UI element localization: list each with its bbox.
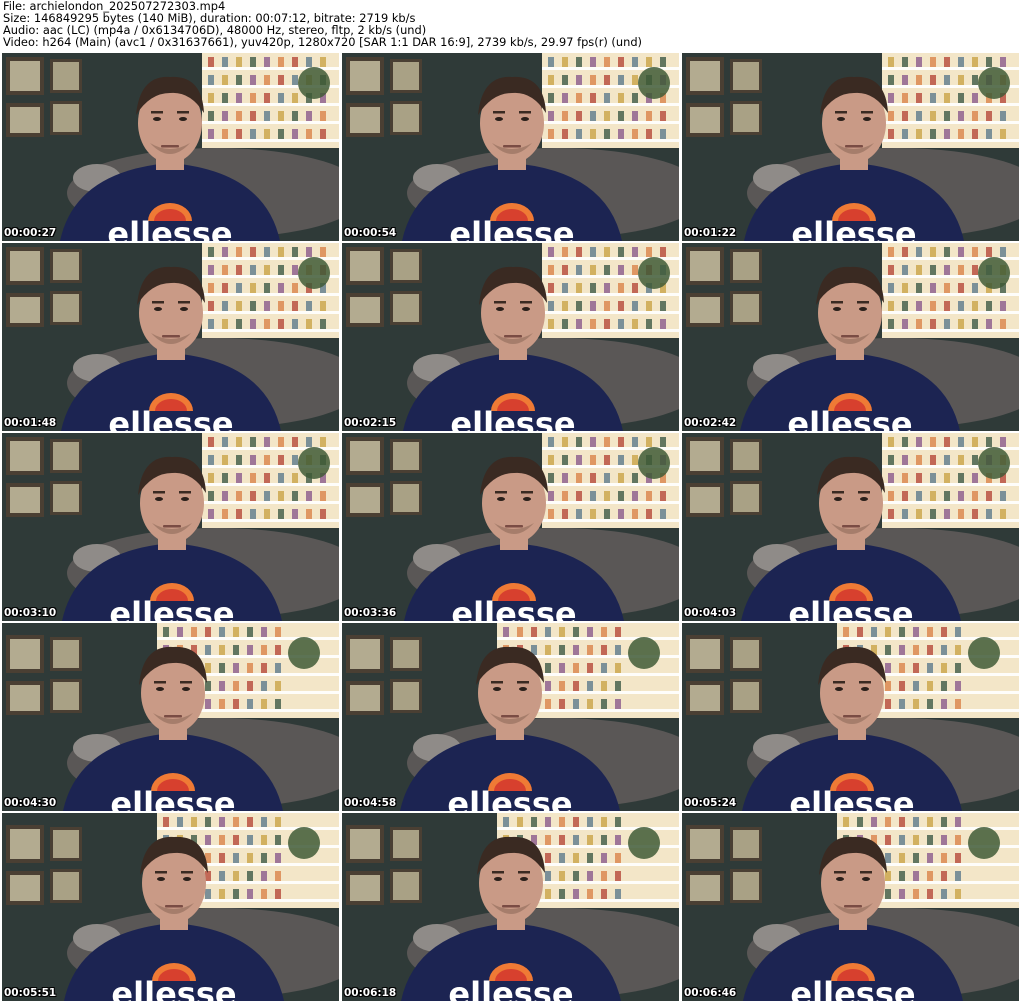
shirt-logo-text: ellesse	[789, 785, 914, 811]
thumbnail-frame-image: ellesse	[2, 53, 339, 241]
thumbnail-frame-image: ellesse	[342, 53, 679, 241]
shirt-logo-text: ellesse	[107, 215, 232, 241]
thumbnail-frame-image: ellesse	[342, 623, 679, 811]
thumbnail-timestamp: 00:03:36	[344, 607, 397, 619]
file-info-header: File: archielondon_202507272303.mp4 Size…	[3, 0, 1021, 50]
video-thumbnail: ellesse 00:03:10	[2, 433, 339, 621]
shirt-logo-text: ellesse	[788, 595, 913, 621]
shirt-logo-text: ellesse	[448, 975, 573, 1001]
thumbnail-frame-image: ellesse	[682, 813, 1019, 1001]
thumbnail-frame-image: ellesse	[2, 433, 339, 621]
shirt-logo-text: ellesse	[450, 405, 575, 431]
video-thumbnail: ellesse 00:02:15	[342, 243, 679, 431]
video-thumbnail: ellesse 00:01:48	[2, 243, 339, 431]
thumbnail-frame-image: ellesse	[342, 813, 679, 1001]
thumbnail-timestamp: 00:04:58	[344, 797, 397, 809]
video-thumbnail: ellesse 00:03:36	[342, 433, 679, 621]
shirt-logo-text: ellesse	[110, 785, 235, 811]
thumbnail-timestamp: 00:01:22	[684, 227, 737, 239]
thumbnail-frame-image: ellesse	[2, 623, 339, 811]
shirt-logo-text: ellesse	[790, 975, 915, 1001]
thumbnail-frame-image: ellesse	[682, 243, 1019, 431]
thumbnail-timestamp: 00:03:10	[4, 607, 57, 619]
thumbnail-timestamp: 00:06:46	[684, 987, 737, 999]
thumbnail-grid: ellesse 00:00:27 ellesse 00:00:54 ellesse 00:…	[2, 53, 1022, 1003]
video-thumbnail: ellesse 00:00:27	[2, 53, 339, 241]
thumbnail-frame-image: ellesse	[342, 433, 679, 621]
video-thumbnail: ellesse 00:06:46	[682, 813, 1019, 1001]
video-info-line: Video: h264 (Main) (avc1 / 0x31637661), …	[3, 35, 642, 49]
thumbnail-frame-image: ellesse	[682, 623, 1019, 811]
thumbnail-frame-image: ellesse	[2, 813, 339, 1001]
shirt-logo-text: ellesse	[449, 215, 574, 241]
thumbnail-timestamp: 00:04:30	[4, 797, 57, 809]
video-thumbnail: ellesse 00:04:30	[2, 623, 339, 811]
thumbnail-timestamp: 00:00:27	[4, 227, 57, 239]
shirt-logo-text: ellesse	[787, 405, 912, 431]
shirt-logo-text: ellesse	[451, 595, 576, 621]
thumbnail-frame-image: ellesse	[2, 243, 339, 431]
shirt-logo-text: ellesse	[108, 405, 233, 431]
shirt-logo-text: ellesse	[447, 785, 572, 811]
thumbnail-timestamp: 00:04:03	[684, 607, 737, 619]
thumbnail-timestamp: 00:06:18	[344, 987, 397, 999]
thumbnail-timestamp: 00:00:54	[344, 227, 397, 239]
shirt-logo-text: ellesse	[791, 215, 916, 241]
thumbnail-frame-image: ellesse	[682, 53, 1019, 241]
shirt-logo-text: ellesse	[111, 975, 236, 1001]
video-thumbnail: ellesse 00:06:18	[342, 813, 679, 1001]
video-thumbnail: ellesse 00:02:42	[682, 243, 1019, 431]
thumbnail-timestamp: 00:02:42	[684, 417, 737, 429]
thumbnail-timestamp: 00:02:15	[344, 417, 397, 429]
video-thumbnail: ellesse 00:05:51	[2, 813, 339, 1001]
video-thumbnail: ellesse 00:00:54	[342, 53, 679, 241]
shirt-logo-text: ellesse	[109, 595, 234, 621]
thumbnail-timestamp: 00:05:51	[4, 987, 57, 999]
thumbnail-frame-image: ellesse	[682, 433, 1019, 621]
video-thumbnail: ellesse 00:04:03	[682, 433, 1019, 621]
video-thumbnail: ellesse 00:01:22	[682, 53, 1019, 241]
video-thumbnail: ellesse 00:05:24	[682, 623, 1019, 811]
thumbnail-frame-image: ellesse	[342, 243, 679, 431]
video-thumbnail: ellesse 00:04:58	[342, 623, 679, 811]
thumbnail-timestamp: 00:05:24	[684, 797, 737, 809]
thumbnail-timestamp: 00:01:48	[4, 417, 57, 429]
